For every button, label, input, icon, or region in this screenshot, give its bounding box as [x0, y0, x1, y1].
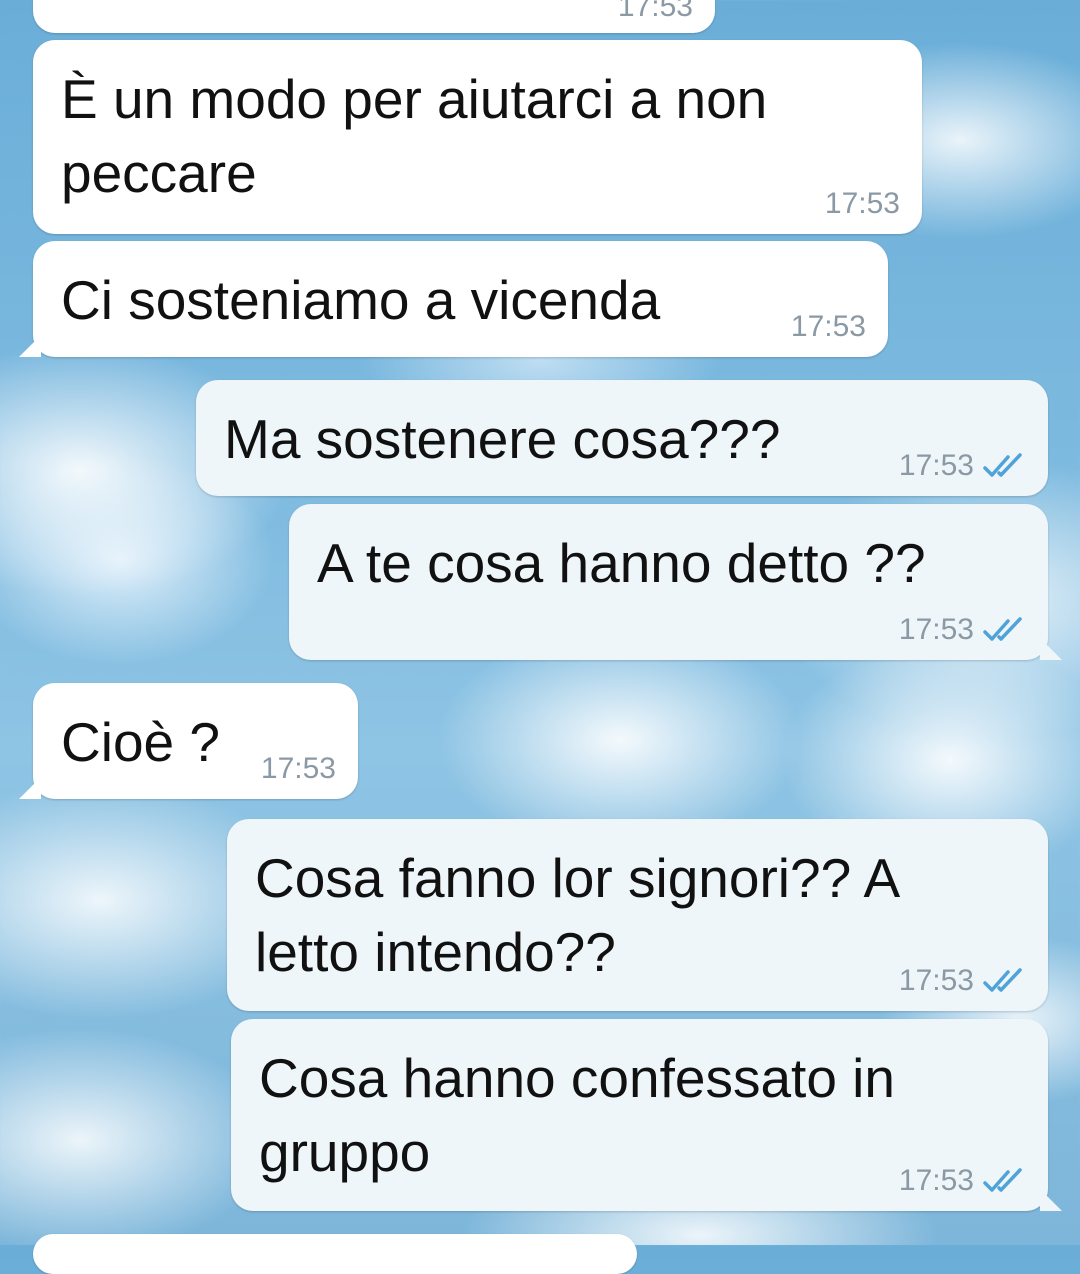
- message-bubble-outgoing[interactable]: Cosa hanno confessato in gruppo 17:53: [231, 1019, 1062, 1211]
- message-text: Ma sostenere cosa???: [224, 408, 781, 470]
- message-bubble-outgoing[interactable]: Cosa fanno lor signori?? A letto intendo…: [227, 819, 1048, 1011]
- message-time: 17:53: [790, 310, 866, 343]
- message-time: 17:53: [898, 1164, 974, 1197]
- message-text: Cosa fanno lor signori?? A letto intendo…: [255, 847, 901, 983]
- message-meta: 17:53: [261, 753, 336, 785]
- double-check-icon: [983, 453, 1022, 477]
- message-bubble-incoming[interactable]: 17:53: [33, 0, 715, 33]
- message-text: Ci sosteniamo a vicenda: [61, 269, 661, 331]
- message-bubble-outgoing[interactable]: A te cosa hanno detto ?? 17:53: [289, 504, 1062, 660]
- double-check-icon: [983, 968, 1022, 992]
- message-time: 17:53: [898, 613, 974, 646]
- message-time: 17:53: [617, 0, 693, 23]
- message-meta: 17:53: [618, 0, 693, 23]
- message-text: A te cosa hanno detto ??: [317, 532, 926, 594]
- message-text: Cioè ?: [61, 711, 220, 773]
- message-meta: 17:53: [825, 188, 900, 220]
- message-time: 17:53: [898, 449, 974, 482]
- message-text: Cosa hanno confessato in gruppo: [259, 1047, 895, 1183]
- message-meta: 17:53: [899, 450, 1026, 482]
- message-bubble-outgoing[interactable]: Ma sostenere cosa??? 17:53: [196, 380, 1048, 496]
- message-meta: 17:53: [791, 311, 866, 343]
- message-bubble-incoming[interactable]: Ci sosteniamo a vicenda 17:53: [19, 241, 888, 357]
- message-time: 17:53: [898, 964, 974, 997]
- message-bubble-incoming[interactable]: Cioè ? 17:53: [19, 683, 358, 799]
- double-check-icon: [983, 1168, 1022, 1192]
- double-check-icon: [983, 617, 1022, 641]
- message-meta: 17:53: [899, 1165, 1026, 1197]
- message-text: È un modo per aiutarci a non peccare: [61, 68, 768, 204]
- message-bubble-incoming[interactable]: [33, 1234, 637, 1274]
- message-meta: 17:53: [899, 614, 1026, 646]
- message-bubble-incoming[interactable]: È un modo per aiutarci a non peccare 17:…: [33, 40, 922, 234]
- message-meta: 17:53: [899, 965, 1026, 997]
- message-time: 17:53: [824, 187, 900, 220]
- message-time: 17:53: [260, 752, 336, 785]
